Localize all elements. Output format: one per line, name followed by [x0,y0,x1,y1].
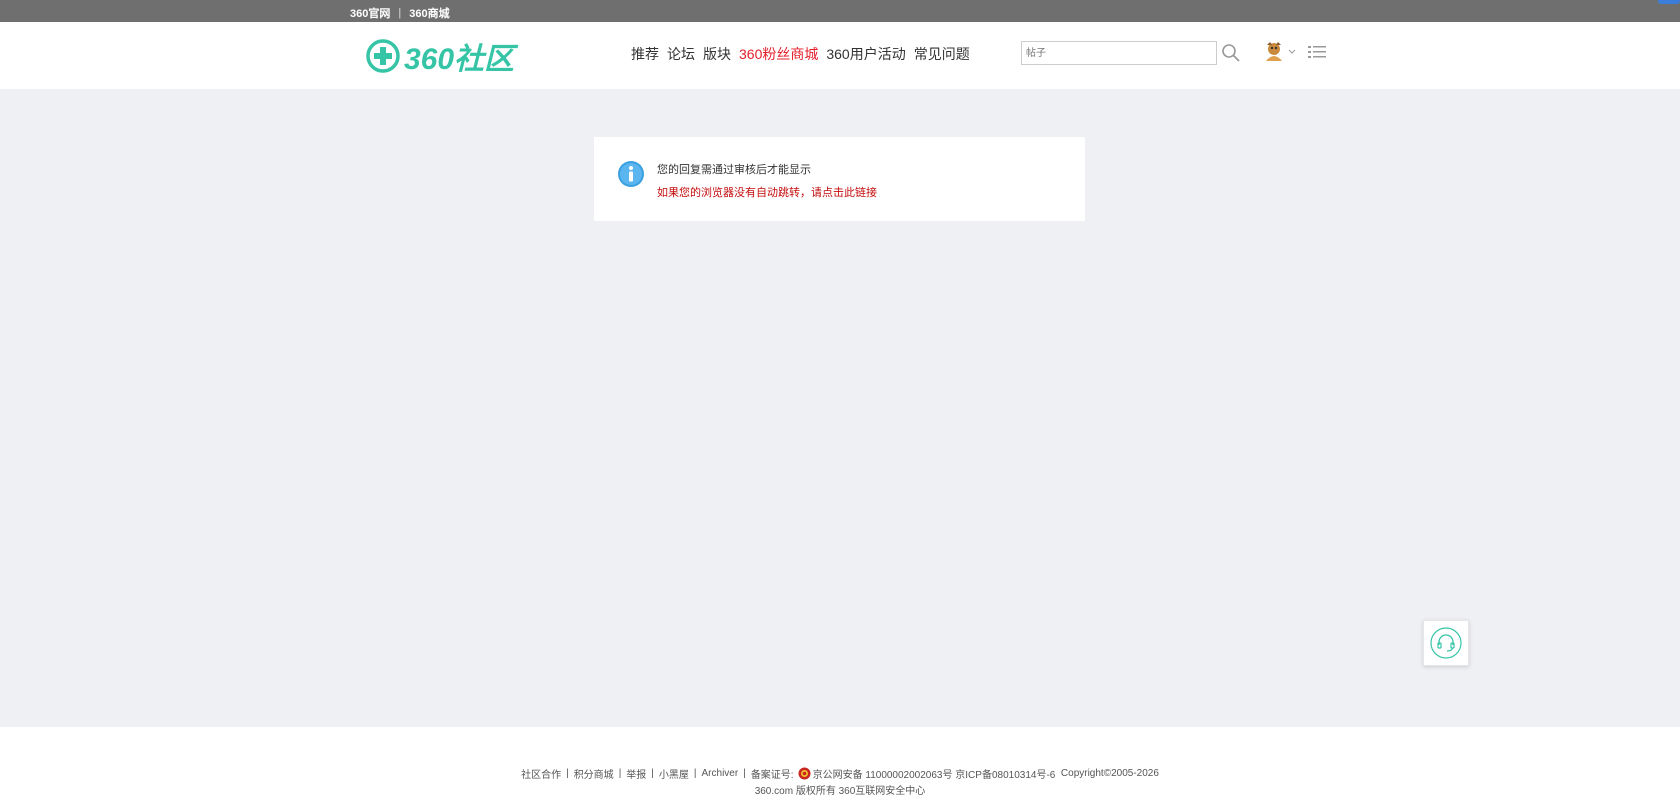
record-label: 备案证号: [750,770,794,781]
nav-faq[interactable]: 常见问题 [914,44,970,64]
divider: | [693,768,697,779]
nav-sections[interactable]: 版块 [703,44,731,64]
review-notice: 您的回复需通过审核后才能显示 [657,164,811,176]
customer-service-button[interactable] [1423,620,1469,666]
footer-link-cooperation[interactable]: 社区合作 [521,766,561,781]
footer-link-archiver[interactable]: Archiver [702,768,739,779]
logo-text: 360社区 [404,43,515,76]
chevron-down-icon[interactable] [1287,46,1297,56]
icp-link[interactable]: 京ICP备08010314号-6 [955,766,1055,781]
police-badge-icon [798,767,811,780]
nav-user-events[interactable]: 360用户活动 [826,44,905,64]
headset-icon [1430,627,1462,659]
divider: | [398,7,402,19]
divider: | [618,768,622,779]
link-360-store[interactable]: 360商城 [409,5,449,21]
nav-recommend[interactable]: 推荐 [631,44,659,64]
plus-circle-logo-icon [366,39,400,73]
info-icon [618,161,644,187]
footer-links: 社区合作 | 积分商城 | 举报 | 小黑屋 | Archiver | 备案证号… [0,766,1680,781]
search-bar [1021,41,1241,65]
footer-link-report[interactable]: 举报 [626,766,646,781]
avatar[interactable] [1262,39,1286,63]
nav-fan-store[interactable]: 360粉丝商城 [739,44,818,64]
footer-link-points-mall[interactable]: 积分商城 [574,766,614,781]
top-bar: 360官网 | 360商城 [0,0,1680,22]
message-box: 您的回复需通过审核后才能显示 如果您的浏览器没有自动跳转，请点击此链接 [594,137,1085,221]
search-icon[interactable] [1221,43,1241,63]
footer: 社区合作 | 积分商城 | 举报 | 小黑屋 | Archiver | 备案证号… [0,727,1680,804]
divider: | [651,768,654,779]
search-input[interactable] [1021,41,1217,65]
logo[interactable]: 360社区 [366,34,514,78]
divider: | [743,768,746,779]
list-menu-icon[interactable] [1308,44,1326,60]
user-menu[interactable] [1262,39,1297,63]
header: 360社区 推荐 论坛 版块 360粉丝商城 360用户活动 常见问题 [0,22,1680,89]
redirect-link[interactable]: 如果您的浏览器没有自动跳转，请点击此链接 [657,184,877,200]
owner-text: 360.com 版权所有 360互联网安全中心 [754,786,926,797]
copyright: Copyright©2005-2026 [1060,768,1159,779]
divider: | [566,768,569,779]
main-nav: 推荐 论坛 版块 360粉丝商城 360用户活动 常见问题 [631,44,978,64]
corner-button[interactable] [1658,0,1680,4]
nav-forum[interactable]: 论坛 [667,44,695,64]
footer-link-blacklist[interactable]: 小黑屋 [659,766,689,781]
link-360-official[interactable]: 360官网 [350,5,390,21]
police-record-link[interactable]: 京公网安备 11000002002063号 [813,766,953,781]
